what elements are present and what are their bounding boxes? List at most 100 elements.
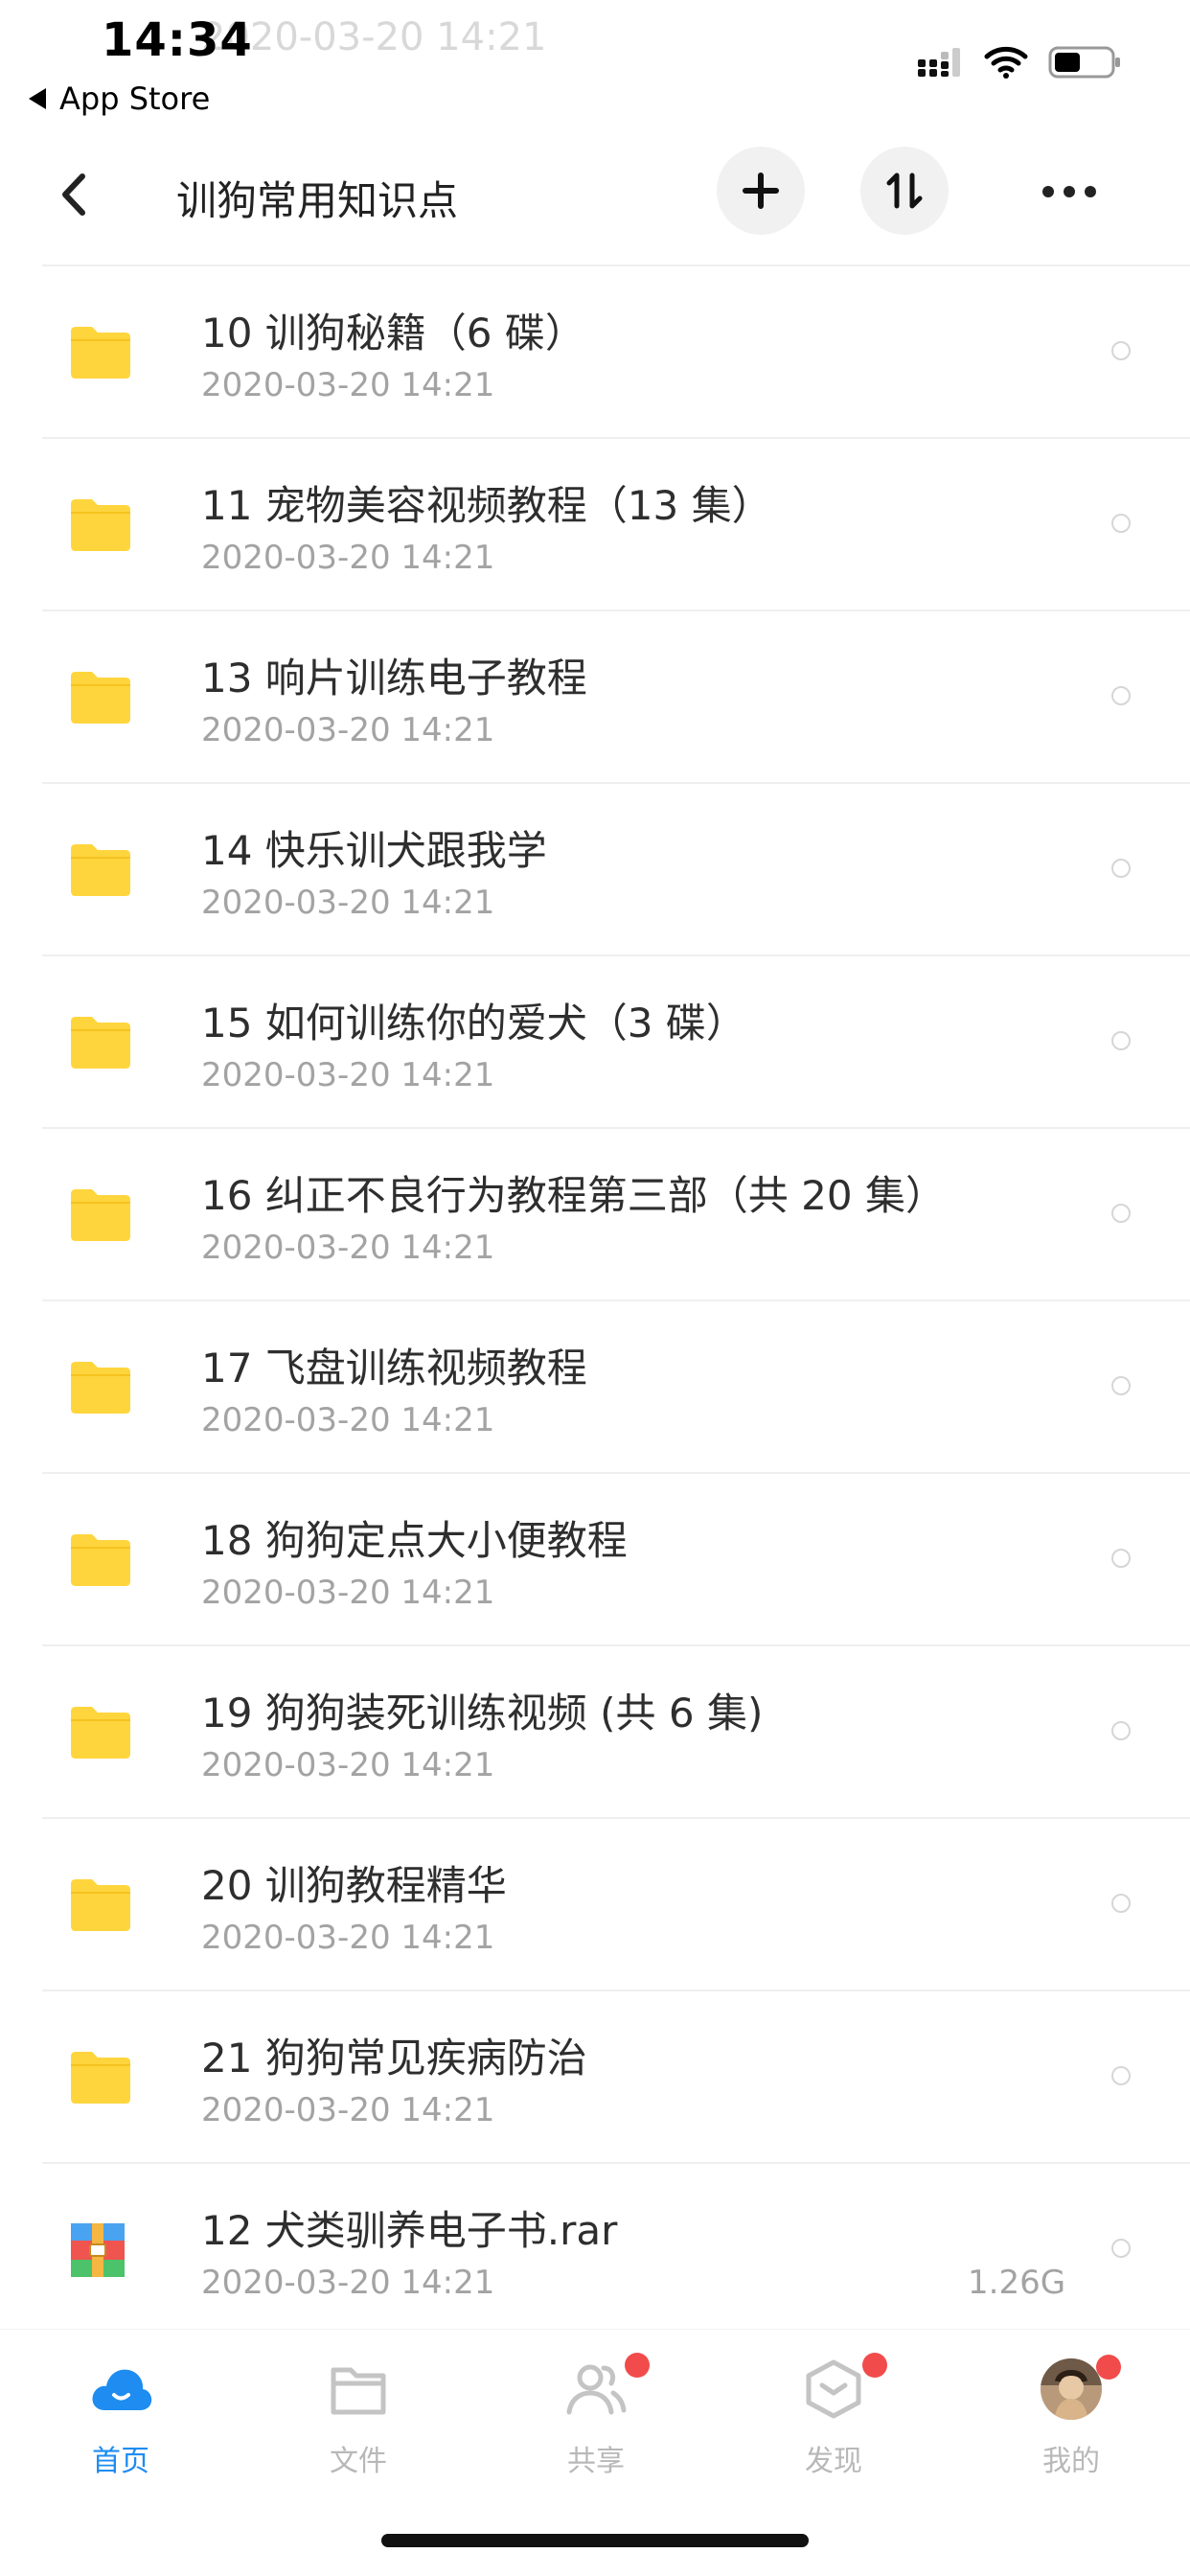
- file-date: 2020-03-20 14:21: [201, 2091, 495, 2129]
- folder-icon: [69, 2049, 132, 2106]
- select-radio[interactable]: [1111, 1721, 1131, 1740]
- select-radio[interactable]: [1111, 1376, 1131, 1395]
- folder-icon: [69, 669, 132, 726]
- file-date: 2020-03-20 14:21: [201, 1401, 495, 1439]
- archive-icon: [69, 2221, 132, 2279]
- folder-icon: [69, 1359, 132, 1416]
- back-triangle-icon: [29, 88, 46, 109]
- home-indicator: [381, 2534, 809, 2547]
- file-row[interactable]: 10 训狗秘籍（6 碟） 2020-03-20 14:21: [42, 264, 1190, 437]
- file-date: 2020-03-20 14:21: [201, 1056, 495, 1094]
- status-time: 14:34: [102, 13, 253, 67]
- file-name: 10 训狗秘籍（6 碟）: [201, 310, 585, 356]
- share-badge: [625, 2353, 650, 2378]
- avatar-icon: [1041, 2358, 1102, 2420]
- sort-arrows-icon: [886, 172, 923, 209]
- file-date: 2020-03-20 14:21: [201, 539, 495, 577]
- file-name: 17 飞盘训练视频教程: [201, 1345, 587, 1392]
- file-row[interactable]: 15 如何训练你的爱犬（3 碟） 2020-03-20 14:21: [42, 954, 1190, 1127]
- select-radio[interactable]: [1111, 514, 1131, 533]
- file-name: 16 纠正不良行为教程第三部（共 20 集）: [201, 1172, 946, 1219]
- file-row[interactable]: 12 犬类驯养电子书.rar 2020-03-20 14:21 1.26G: [42, 2162, 1190, 2334]
- nav-header: 训狗常用知识点: [0, 134, 1190, 264]
- plus-icon: [743, 172, 779, 209]
- chevron-left-icon: [62, 173, 85, 216]
- folder-icon: [69, 841, 132, 899]
- screen: 2020-03-20 14:21 14:34 App Store 训狗常用知识点…: [0, 0, 1190, 2576]
- select-radio[interactable]: [1111, 1894, 1131, 1913]
- file-row[interactable]: 16 纠正不良行为教程第三部（共 20 集） 2020-03-20 14:21: [42, 1127, 1190, 1300]
- select-radio[interactable]: [1111, 1549, 1131, 1568]
- file-row[interactable]: 21 狗狗常见疾病防治 2020-03-20 14:21: [42, 1990, 1190, 2162]
- file-date: 2020-03-20 14:21: [201, 1574, 495, 1612]
- select-radio[interactable]: [1111, 1204, 1131, 1223]
- folder-icon: [69, 1704, 132, 1761]
- add-button[interactable]: [717, 147, 805, 235]
- file-row[interactable]: 14 快乐训犬跟我学 2020-03-20 14:21: [42, 782, 1190, 954]
- discover-icon: [806, 2359, 861, 2419]
- folder-icon: [69, 1531, 132, 1589]
- folder-icon: [69, 496, 132, 554]
- wifi-icon: [984, 46, 1028, 79]
- tab-files[interactable]: 文件: [263, 2357, 454, 2491]
- file-list: 10 训狗秘籍（6 碟） 2020-03-20 14:21 11 宠物美容视频教程（…: [0, 264, 1190, 2334]
- file-date: 2020-03-20 14:21: [201, 1746, 495, 1784]
- file-name: 14 快乐训犬跟我学: [201, 827, 547, 874]
- tab-me[interactable]: 我的: [975, 2355, 1167, 2491]
- tab-discover-label: 发现: [805, 2445, 862, 2478]
- select-radio[interactable]: [1111, 686, 1131, 705]
- tab-files-label: 文件: [330, 2445, 387, 2478]
- file-name: 19 狗狗装死训练视频 (共 6 集): [201, 1690, 764, 1736]
- back-to-app-link[interactable]: App Store: [29, 80, 210, 117]
- folder-icon: [331, 2367, 386, 2415]
- file-name: 15 如何训练你的爱犬（3 碟）: [201, 1000, 746, 1046]
- folder-icon: [69, 1186, 132, 1244]
- file-name: 21 狗狗常见疾病防治: [201, 2035, 587, 2082]
- more-dots-icon: [1042, 186, 1096, 197]
- file-date: 2020-03-20 14:21: [201, 1919, 495, 1957]
- discover-badge: [862, 2353, 887, 2378]
- folder-icon: [69, 1014, 132, 1071]
- more-button[interactable]: [1031, 163, 1108, 220]
- file-date: 2020-03-20 14:21: [201, 711, 495, 749]
- tab-share-label: 共享: [567, 2445, 625, 2478]
- sort-button[interactable]: [860, 147, 949, 235]
- back-app-label: App Store: [59, 80, 211, 117]
- file-row[interactable]: 19 狗狗装死训练视频 (共 6 集) 2020-03-20 14:21: [42, 1644, 1190, 1817]
- file-row[interactable]: 13 响片训练电子教程 2020-03-20 14:21: [42, 610, 1190, 782]
- file-row[interactable]: 18 狗狗定点大小便教程 2020-03-20 14:21: [42, 1472, 1190, 1644]
- people-icon: [566, 2364, 627, 2415]
- scrolled-row-date: 2020-03-20 14:21: [201, 15, 547, 59]
- folder-icon: [69, 324, 132, 381]
- status-icons: [916, 44, 1123, 80]
- status-bar: 2020-03-20 14:21 14:34 App Store: [0, 0, 1190, 126]
- tab-share[interactable]: 共享: [500, 2353, 692, 2491]
- file-name: 11 宠物美容视频教程（13 集）: [201, 482, 772, 529]
- battery-icon: [1048, 46, 1120, 79]
- select-radio[interactable]: [1111, 341, 1131, 360]
- back-button[interactable]: [42, 163, 105, 226]
- select-radio[interactable]: [1111, 2066, 1131, 2085]
- tab-home[interactable]: 首页: [25, 2357, 217, 2491]
- file-name: 20 训狗教程精华: [201, 1862, 507, 1909]
- file-date: 2020-03-20 14:21: [201, 1229, 495, 1267]
- file-name: 13 响片训练电子教程: [201, 655, 587, 702]
- file-name: 12 犬类驯养电子书.rar: [201, 2207, 618, 2254]
- select-radio[interactable]: [1111, 2239, 1131, 2258]
- file-row[interactable]: 20 训狗教程精华 2020-03-20 14:21: [42, 1817, 1190, 1990]
- file-row[interactable]: 11 宠物美容视频教程（13 集） 2020-03-20 14:21: [42, 437, 1190, 610]
- file-date: 2020-03-20 14:21: [201, 2264, 495, 2302]
- folder-icon: [69, 1876, 132, 1934]
- tab-discover[interactable]: 发现: [738, 2353, 929, 2491]
- me-badge: [1096, 2355, 1121, 2380]
- file-date: 2020-03-20 14:21: [201, 884, 495, 922]
- select-radio[interactable]: [1111, 859, 1131, 878]
- select-radio[interactable]: [1111, 1031, 1131, 1050]
- file-row[interactable]: 17 飞盘训练视频教程 2020-03-20 14:21: [42, 1300, 1190, 1472]
- file-date: 2020-03-20 14:21: [201, 366, 495, 404]
- tab-home-label: 首页: [92, 2445, 149, 2478]
- file-size: 1.26G: [968, 2264, 1066, 2302]
- tab-me-label: 我的: [1042, 2445, 1100, 2478]
- cloud-icon: [92, 2369, 152, 2410]
- cellular-signal-icon: [918, 48, 960, 77]
